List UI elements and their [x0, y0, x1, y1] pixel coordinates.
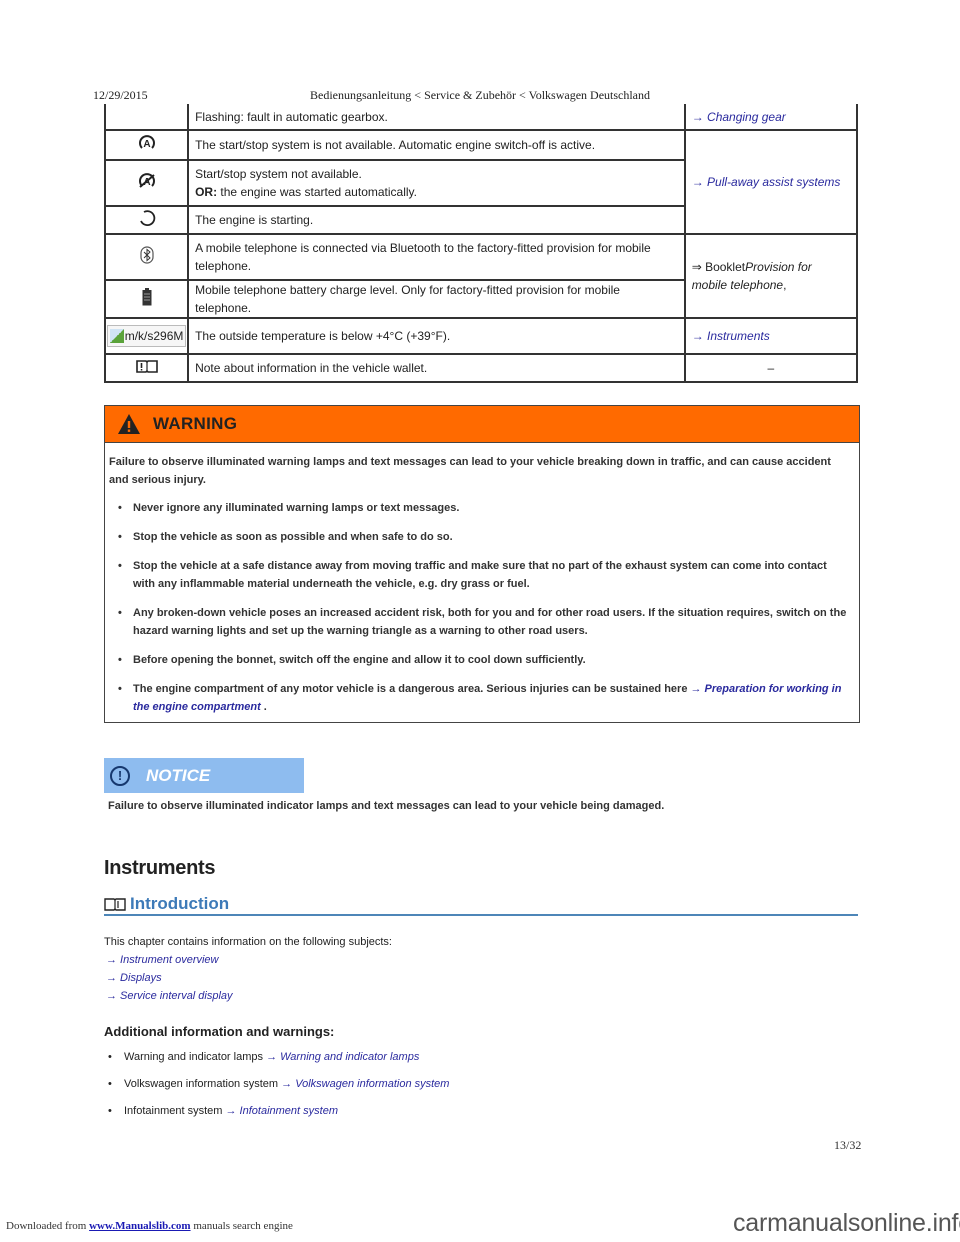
description-cell: The start/stop system is not available. … — [187, 129, 686, 161]
link-infotainment-system[interactable]: → Infotainment system — [226, 1105, 339, 1117]
link-vw-information-system[interactable]: → Volkswagen information system — [281, 1078, 449, 1090]
link-warning-indicator-lamps[interactable]: → Warning and indicator lamps — [266, 1051, 419, 1063]
list-item: Never ignore any illuminated warning lam… — [109, 499, 851, 517]
warning-label: WARNING — [153, 414, 238, 433]
section-title: Instruments — [104, 857, 216, 879]
icon-cell — [103, 104, 190, 131]
description-cell: Flashing: fault in automatic gearbox. — [187, 104, 686, 131]
subsection-title[interactable]: Introduction — [130, 894, 229, 914]
table-row: m/k/s296M The outside temperature is bel… — [103, 317, 859, 355]
engine-starting-icon — [139, 209, 155, 226]
notice-exclamation-icon: ! — [110, 765, 130, 786]
indicator-lamp-table: Flashing: fault in automatic gearbox. → … — [103, 104, 859, 383]
list-item: Any broken-down vehicle poses an increas… — [109, 604, 851, 640]
link-service-interval-display[interactable]: → Service interval display — [104, 987, 392, 1005]
start-stop-icon: A — [138, 134, 155, 150]
bluetooth-icon — [139, 245, 154, 264]
warning-triangle-icon — [118, 414, 140, 434]
warning-intro: Failure to observe illuminated warning l… — [109, 456, 831, 486]
book-exclamation-icon — [135, 359, 158, 373]
table-row: A mobile telephone is connected via Blue… — [103, 233, 859, 319]
notice-text: Failure to observe illuminated indicator… — [108, 800, 665, 812]
warning-list: Never ignore any illuminated warning lam… — [109, 499, 851, 716]
description-cell: Start/stop system not available. OR: the… — [187, 159, 686, 207]
page-number: 13/32 — [834, 1138, 862, 1152]
table-row: Note about information in the vehicle wa… — [103, 353, 859, 383]
description-cell: Mobile telephone battery charge level. O… — [187, 279, 686, 319]
list-item: Infotainment system → Infotainment syste… — [104, 1102, 449, 1120]
manualslib-link[interactable]: www.Manualslib.com — [89, 1220, 190, 1232]
reference-cell: – — [683, 353, 859, 383]
broken-image-icon: m/k/s296M — [106, 324, 187, 347]
list-item: Before opening the bonnet, switch off th… — [109, 651, 851, 669]
reference-cell: ⇒ BookletProvision for mobile telephone, — [683, 233, 859, 319]
list-item: The engine compartment of any motor vehi… — [109, 680, 851, 716]
list-item: Volkswagen information system → Volkswag… — [104, 1075, 449, 1093]
battery-icon — [142, 287, 152, 305]
description-cell: A mobile telephone is connected via Blue… — [187, 233, 686, 281]
link-changing-gear[interactable]: → Changing gear — [692, 110, 786, 124]
notice-label: NOTICE — [146, 765, 211, 785]
watermark: carmanualsonline.info — [733, 1209, 960, 1237]
link-instrument-overview[interactable]: → Instrument overview — [104, 951, 392, 969]
table-row: A The start/stop system is not available… — [103, 129, 859, 235]
start-stop-crossed-icon: A — [138, 172, 155, 188]
book-icon — [104, 898, 126, 911]
notice-header: ! NOTICE — [104, 758, 304, 793]
link-displays[interactable]: → Displays — [104, 969, 392, 987]
description-cell: Note about information in the vehicle wa… — [187, 353, 686, 383]
list-item: Stop the vehicle as soon as possible and… — [109, 528, 851, 546]
link-pull-away-assist[interactable]: → Pull-away assist systems — [692, 175, 841, 189]
table-row: Flashing: fault in automatic gearbox. → … — [103, 104, 859, 131]
warning-box: WARNING Failure to observe illuminated w… — [104, 405, 860, 723]
warning-header: WARNING — [105, 406, 859, 443]
description-cell: The engine is starting. — [187, 205, 686, 235]
svg-text:A: A — [143, 139, 150, 150]
link-instruments[interactable]: → Instruments — [692, 329, 770, 343]
download-footer: Downloaded from www.Manualslib.com manua… — [6, 1220, 293, 1232]
list-item: Stop the vehicle at a safe distance away… — [109, 557, 851, 593]
subsection-heading: Introduction — [104, 894, 858, 916]
page-title: Bedienungsanleitung < Service & Zubehör … — [309, 88, 651, 102]
description-cell: The outside temperature is below +4°C (+… — [187, 317, 686, 355]
additional-heading: Additional information and warnings: — [104, 1024, 335, 1039]
intro-paragraph: This chapter contains information on the… — [104, 933, 392, 1005]
list-item: Warning and indicator lamps → Warning an… — [104, 1048, 449, 1066]
additional-list: Warning and indicator lamps → Warning an… — [104, 1048, 449, 1129]
